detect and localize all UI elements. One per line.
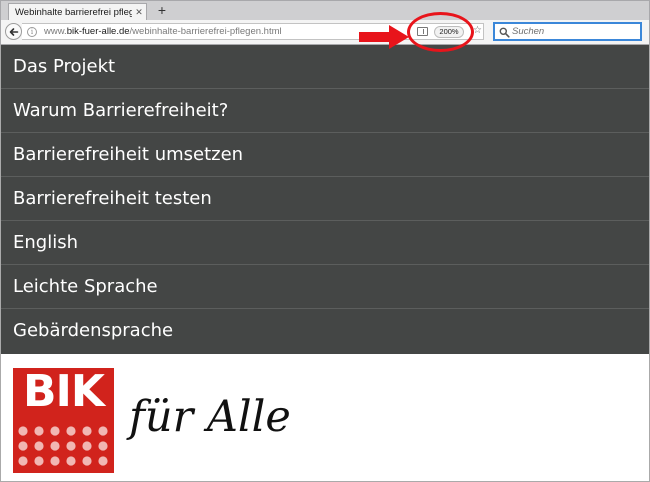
braille-dots-icon — [18, 426, 108, 466]
tab-strip: Webinhalte barrierefrei pflegen | ✕ + — [0, 0, 650, 21]
site-navigation: Das Projekt Warum Barrierefreiheit? Barr… — [0, 45, 650, 354]
back-button[interactable] — [5, 23, 22, 40]
navigation-toolbar: i www.bik-fuer-alle.de/webinhalte-barrie… — [0, 20, 650, 45]
tab-close-icon[interactable]: ✕ — [132, 7, 146, 18]
annotation-arrow — [359, 25, 409, 49]
search-input[interactable] — [512, 25, 638, 38]
new-tab-button[interactable]: + — [154, 2, 170, 19]
nav-item-das-projekt[interactable]: Das Projekt — [1, 45, 649, 89]
nav-item-english[interactable]: English — [1, 221, 649, 265]
site-info-icon[interactable]: i — [27, 27, 37, 37]
annotation-highlight-ellipse — [407, 12, 474, 52]
nav-item-warum-barrierefreiheit[interactable]: Warum Barrierefreiheit? — [1, 89, 649, 133]
back-arrow-icon — [9, 28, 19, 36]
bik-logo-text: BIK — [22, 366, 105, 417]
search-box[interactable] — [493, 22, 642, 41]
search-icon — [499, 27, 510, 38]
bik-logo[interactable]: BIK — [13, 368, 114, 473]
url-prefix: www. — [44, 26, 67, 37]
nav-item-barrierefreiheit-umsetzen[interactable]: Barrierefreiheit umsetzen — [1, 133, 649, 177]
nav-item-barrierefreiheit-testen[interactable]: Barrierefreiheit testen — [1, 177, 649, 221]
url-host: bik-fuer-alle.de — [66, 26, 130, 37]
logo-tagline: für Alle — [129, 392, 291, 442]
bookmark-icon[interactable]: ☆ — [473, 26, 482, 36]
url-text[interactable]: www.bik-fuer-alle.de/webinhalte-barriere… — [44, 25, 282, 38]
url-path: /webinhalte-barrierefrei-pflegen.html — [129, 26, 282, 37]
nav-item-gebaerdensprache[interactable]: Gebärdensprache — [1, 309, 649, 354]
header-logo-area: BIK für Alle — [0, 354, 650, 482]
tab-title: Webinhalte barrierefrei pflegen | — [15, 7, 132, 18]
nav-item-leichte-sprache[interactable]: Leichte Sprache — [1, 265, 649, 309]
browser-tab[interactable]: Webinhalte barrierefrei pflegen | ✕ — [8, 3, 147, 21]
